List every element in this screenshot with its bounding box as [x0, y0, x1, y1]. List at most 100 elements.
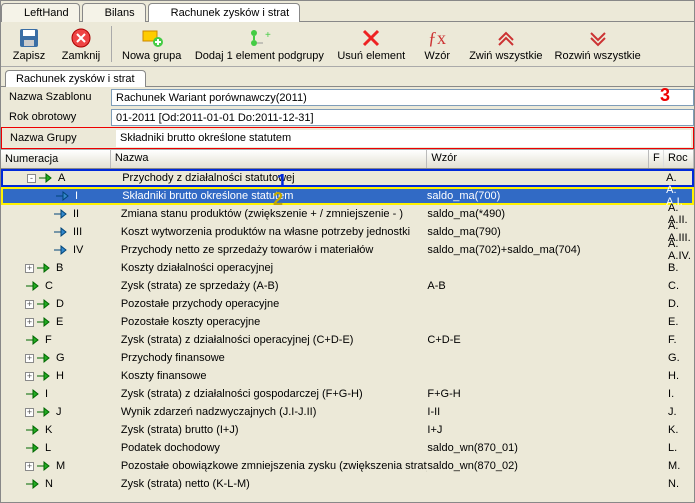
row-roc: G. [664, 352, 694, 364]
new-group-label: Nowa grupa [122, 50, 181, 62]
table-row[interactable]: +MPozostałe obowiązkowe zmniejszenia zys… [1, 457, 694, 475]
table-row[interactable]: NZysk (strata) netto (K-L-M)N. [1, 475, 694, 493]
label-szablon: Nazwa Szablonu [1, 91, 111, 103]
expand-icon[interactable]: + [25, 318, 34, 327]
row-roc: K. [664, 424, 694, 436]
collapse-button[interactable]: Zwiń wszystkie [465, 24, 546, 64]
row-roc: H. [664, 370, 694, 382]
input-szablon[interactable]: Rachunek Wariant porównawczy(2011) [111, 89, 694, 106]
arrow-icon [36, 370, 50, 382]
row-name: Pozostałe koszty operacyjne [111, 316, 428, 328]
collapse-label: Zwiń wszystkie [469, 50, 542, 62]
tab-lefthand[interactable]: LeftHand [1, 3, 80, 22]
expand-icon[interactable]: + [25, 408, 34, 417]
table-row[interactable]: K Zysk (strata) brutto (I+J)I+JK. [1, 421, 694, 439]
arrow-icon [53, 226, 67, 238]
row-name: Zysk (strata) ze sprzedaży (A-B) [111, 280, 428, 292]
row-formula: C+D-E [427, 334, 649, 346]
formula-label: Wzór [424, 50, 450, 62]
tab-bilans[interactable]: Bilans [82, 3, 146, 22]
input-grupa[interactable]: Składniki brutto określone statutem [116, 130, 691, 147]
row-formula: F+G-H [427, 388, 649, 400]
row-roc: B. [664, 262, 694, 274]
row-roc: L. [664, 442, 694, 454]
row-number: D [56, 298, 64, 310]
table-row[interactable]: III Koszt wytworzenia produktów na własn… [1, 223, 694, 241]
subtab-rachunek[interactable]: Rachunek zysków i strat [5, 70, 146, 87]
label-rok: Rok obrotowy [1, 111, 111, 123]
arrow-icon [53, 244, 67, 256]
row-number: IV [73, 244, 83, 256]
formula-button[interactable]: ƒx Wzór [413, 24, 461, 64]
tab-label: LeftHand [24, 7, 69, 19]
collapse-icon[interactable]: - [27, 174, 36, 183]
expand-icon[interactable]: + [25, 372, 34, 381]
col-f[interactable]: F [649, 150, 664, 168]
input-rok[interactable]: 01-2011 [Od:2011-01-01 Do:2011-12-31] [111, 109, 694, 126]
arrow-icon [36, 406, 50, 418]
col-numeracja[interactable]: Numeracja [1, 150, 111, 168]
row-name: Zysk (strata) netto (K-L-M) [111, 478, 428, 490]
expand-label: Rozwiń wszystkie [555, 50, 641, 62]
table-row[interactable]: +BKoszty działalności operacyjnejB. [1, 259, 694, 277]
row-name: Pozostałe obowiązkowe zmniejszenia zysku… [111, 460, 428, 472]
tab-label: Bilans [105, 7, 135, 19]
expand-icon[interactable]: + [25, 354, 34, 363]
expand-icon[interactable]: + [25, 300, 34, 309]
table-row[interactable]: +EPozostałe koszty operacyjneE. [1, 313, 694, 331]
row-formula: saldo_wn(870_01) [427, 442, 649, 454]
table-row[interactable]: IZysk (strata) z działalności gospodarcz… [1, 385, 694, 403]
row-formula: saldo_ma(700) [427, 190, 647, 202]
row-name: Zysk (strata) z działalności gospodarcze… [111, 388, 428, 400]
row-roc: M. [664, 460, 694, 472]
row-name: Przychody z działalności statutowej [112, 172, 427, 184]
table-row[interactable]: IIZmiana stanu produktów (zwiększenie + … [1, 205, 694, 223]
table-row[interactable]: IV Przychody netto ze sprzedaży towarów i… [1, 241, 694, 259]
expand-icon[interactable]: + [25, 462, 34, 471]
row-formula: A-B [427, 280, 649, 292]
row-name: Zmiana stanu produktów (zwiększenie + / … [111, 208, 428, 220]
row-number: A [58, 172, 65, 184]
arrow-icon [25, 424, 39, 436]
arrow-icon [36, 316, 50, 328]
table-row[interactable]: +HKoszty finansoweH. [1, 367, 694, 385]
grid-rows: - A Przychody z działalności statutowej A. I… [1, 169, 694, 493]
new-group-button[interactable]: Nowa grupa [118, 24, 185, 64]
expand-icon[interactable]: + [25, 264, 34, 273]
row-number: L [45, 442, 51, 454]
col-roc[interactable]: Roc [664, 150, 694, 168]
close-button[interactable]: Zamknij [57, 24, 105, 64]
table-row[interactable]: LPodatek dochodowysaldo_wn(870_01)L. [1, 439, 694, 457]
table-row[interactable]: +DPozostałe przychody operacyjneD. [1, 295, 694, 313]
table-row[interactable]: CZysk (strata) ze sprzedaży (A-B)A-BC. [1, 277, 694, 295]
arrow-icon [53, 208, 67, 220]
row-name: Przychody finansowe [111, 352, 428, 364]
save-button[interactable]: Zapisz [5, 24, 53, 64]
arrow-icon [36, 460, 50, 472]
row-name: Składniki brutto określone statutem [112, 190, 427, 202]
row-name: Zysk (strata) brutto (I+J) [111, 424, 428, 436]
table-row[interactable]: - A Przychody z działalności statutowej A. [1, 169, 694, 187]
table-row[interactable]: +GPrzychody finansoweG. [1, 349, 694, 367]
row-name: Przychody netto ze sprzedaży towarów i m… [111, 244, 428, 256]
tab-rachunek[interactable]: Rachunek zysków i strat [148, 3, 301, 22]
row-number: I [75, 190, 78, 202]
expand-button[interactable]: Rozwiń wszystkie [551, 24, 645, 64]
row-number: C [45, 280, 53, 292]
close-label: Zamknij [62, 50, 101, 62]
row-roc: N. [664, 478, 694, 490]
grid-header: Numeracja Nazwa Wzór F Roc [1, 149, 694, 169]
delete-button[interactable]: Usuń element [333, 24, 409, 64]
add-child-label: Dodaj 1 element podgrupy [195, 50, 324, 62]
table-row[interactable]: +JWynik zdarzeń nadzwyczajnych (J.I-J.II… [1, 403, 694, 421]
col-nazwa[interactable]: Nazwa [111, 150, 428, 168]
label-grupa: Nazwa Grupy [2, 132, 112, 144]
row-roc: A. [662, 172, 692, 184]
table-row[interactable]: I Składniki brutto określone statutemsald… [1, 187, 694, 205]
add-child-button[interactable]: + Dodaj 1 element podgrupy [189, 24, 329, 64]
col-wzor[interactable]: Wzór [427, 150, 649, 168]
row-formula: I-II [427, 406, 649, 418]
table-row[interactable]: FZysk (strata) z działalności operacyjne… [1, 331, 694, 349]
row-number: E [56, 316, 63, 328]
arrow-icon [36, 352, 50, 364]
